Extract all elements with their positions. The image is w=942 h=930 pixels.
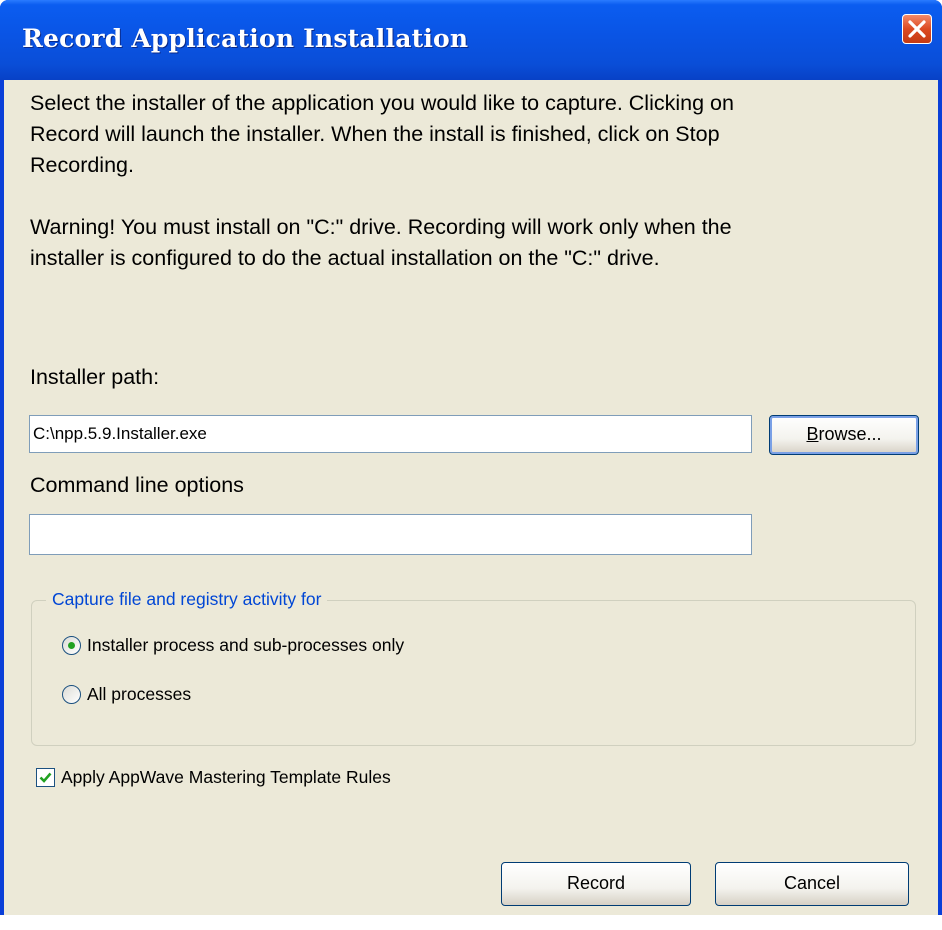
browse-accelerator: B (806, 424, 819, 444)
browse-button[interactable]: Browse... (769, 415, 919, 455)
radio-all-processes[interactable] (62, 685, 81, 704)
warning-line-2: installer is configured to do the actual… (30, 246, 660, 270)
title-bar[interactable]: Record Application Installation (0, 0, 942, 80)
dialog-client-area: Select the installer of the application … (4, 80, 938, 915)
command-line-input[interactable] (29, 514, 752, 555)
record-button[interactable]: Record (501, 862, 691, 906)
cancel-button[interactable]: Cancel (715, 862, 909, 906)
warning-text: Warning! You must install on "C:" drive.… (30, 212, 920, 274)
radio-installer-only[interactable] (62, 636, 81, 655)
radio-installer-only-label[interactable]: Installer process and sub-processes only (87, 635, 404, 656)
checkmark-icon (39, 772, 52, 783)
close-icon (908, 20, 926, 38)
close-button[interactable] (902, 14, 932, 44)
apply-rules-checkbox[interactable] (36, 768, 55, 787)
installer-path-label: Installer path: (30, 365, 160, 389)
installer-path-input[interactable]: C:\npp.5.9.Installer.exe (29, 415, 752, 453)
browse-label-rest: rowse... (818, 424, 882, 444)
instructions-line-3: Recording. (30, 153, 134, 177)
capture-activity-group (31, 600, 916, 746)
apply-rules-label[interactable]: Apply AppWave Mastering Template Rules (61, 767, 391, 788)
command-line-label: Command line options (30, 473, 244, 497)
capture-group-legend: Capture file and registry activity for (46, 589, 328, 610)
warning-line-1: Warning! You must install on "C:" drive.… (30, 215, 732, 239)
radio-selected-dot (68, 642, 75, 649)
radio-all-processes-label[interactable]: All processes (87, 684, 191, 705)
instructions-line-1: Select the installer of the application … (30, 91, 734, 115)
instructions-line-2: Record will launch the installer. When t… (30, 122, 720, 146)
dialog-window: Record Application Installation Select t… (0, 0, 942, 915)
instructions-text: Select the installer of the application … (30, 88, 920, 181)
window-title: Record Application Installation (22, 24, 469, 53)
